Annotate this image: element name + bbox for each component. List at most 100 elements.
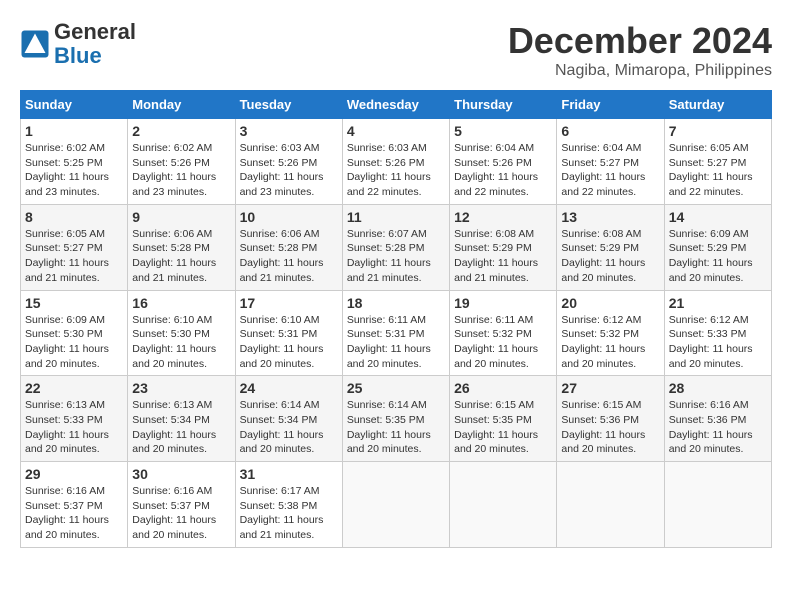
month-title: December 2024 (508, 20, 772, 62)
calendar-cell: 27 Sunrise: 6:15 AMSunset: 5:36 PMDayligh… (557, 376, 664, 462)
calendar-cell: 2 Sunrise: 6:02 AMSunset: 5:26 PMDaylight… (128, 119, 235, 205)
calendar-cell: 8 Sunrise: 6:05 AMSunset: 5:27 PMDaylight… (21, 204, 128, 290)
header-wednesday: Wednesday (342, 91, 449, 119)
day-number: 22 (25, 380, 123, 396)
day-info: Sunrise: 6:12 AMSunset: 5:33 PMDaylight:… (669, 313, 767, 372)
day-info: Sunrise: 6:14 AMSunset: 5:34 PMDaylight:… (240, 398, 338, 457)
day-number: 16 (132, 295, 230, 311)
calendar-cell: 26 Sunrise: 6:15 AMSunset: 5:35 PMDayligh… (450, 376, 557, 462)
calendar-cell: 17 Sunrise: 6:10 AMSunset: 5:31 PMDayligh… (235, 290, 342, 376)
day-number: 14 (669, 209, 767, 225)
day-number: 26 (454, 380, 552, 396)
calendar-cell (557, 462, 664, 548)
day-number: 31 (240, 466, 338, 482)
calendar-cell: 30Sunrise: 6:16 AMSunset: 5:37 PMDayligh… (128, 462, 235, 548)
day-info: Sunrise: 6:04 AMSunset: 5:27 PMDaylight:… (561, 141, 659, 200)
day-number: 13 (561, 209, 659, 225)
day-number: 11 (347, 209, 445, 225)
header-thursday: Thursday (450, 91, 557, 119)
day-number: 19 (454, 295, 552, 311)
day-info: Sunrise: 6:16 AMSunset: 5:37 PMDaylight:… (25, 484, 123, 543)
logo-line2: Blue (54, 44, 136, 68)
day-info: Sunrise: 6:05 AMSunset: 5:27 PMDaylight:… (25, 227, 123, 286)
day-number: 1 (25, 123, 123, 139)
calendar-cell (450, 462, 557, 548)
day-info: Sunrise: 6:07 AMSunset: 5:28 PMDaylight:… (347, 227, 445, 286)
day-info: Sunrise: 6:08 AMSunset: 5:29 PMDaylight:… (454, 227, 552, 286)
day-number: 28 (669, 380, 767, 396)
calendar-cell: 24 Sunrise: 6:14 AMSunset: 5:34 PMDayligh… (235, 376, 342, 462)
calendar-cell: 16Sunrise: 6:10 AMSunset: 5:30 PMDayligh… (128, 290, 235, 376)
day-info: Sunrise: 6:15 AMSunset: 5:35 PMDaylight:… (454, 398, 552, 457)
logo-icon (20, 29, 50, 59)
day-number: 6 (561, 123, 659, 139)
location-title: Nagiba, Mimaropa, Philippines (508, 62, 772, 80)
day-info: Sunrise: 6:16 AMSunset: 5:36 PMDaylight:… (669, 398, 767, 457)
calendar-cell: 23Sunrise: 6:13 AMSunset: 5:34 PMDayligh… (128, 376, 235, 462)
day-info: Sunrise: 6:12 AMSunset: 5:32 PMDaylight:… (561, 313, 659, 372)
day-number: 2 (132, 123, 230, 139)
day-info: Sunrise: 6:02 AMSunset: 5:25 PMDaylight:… (25, 141, 123, 200)
calendar-cell: 7Sunrise: 6:05 AMSunset: 5:27 PMDaylight… (664, 119, 771, 205)
day-info: Sunrise: 6:08 AMSunset: 5:29 PMDaylight:… (561, 227, 659, 286)
header-sunday: Sunday (21, 91, 128, 119)
day-number: 27 (561, 380, 659, 396)
calendar-cell: 21Sunrise: 6:12 AMSunset: 5:33 PMDayligh… (664, 290, 771, 376)
day-info: Sunrise: 6:16 AMSunset: 5:37 PMDaylight:… (132, 484, 230, 543)
logo-line1: General (54, 20, 136, 44)
day-number: 10 (240, 209, 338, 225)
day-number: 9 (132, 209, 230, 225)
calendar-cell: 3Sunrise: 6:03 AMSunset: 5:26 PMDaylight… (235, 119, 342, 205)
calendar-cell: 15Sunrise: 6:09 AMSunset: 5:30 PMDayligh… (21, 290, 128, 376)
day-info: Sunrise: 6:03 AMSunset: 5:26 PMDaylight:… (347, 141, 445, 200)
day-info: Sunrise: 6:17 AMSunset: 5:38 PMDaylight:… (240, 484, 338, 543)
day-info: Sunrise: 6:11 AMSunset: 5:31 PMDaylight:… (347, 313, 445, 372)
day-info: Sunrise: 6:04 AMSunset: 5:26 PMDaylight:… (454, 141, 552, 200)
calendar-cell (342, 462, 449, 548)
day-number: 12 (454, 209, 552, 225)
day-number: 29 (25, 466, 123, 482)
header-monday: Monday (128, 91, 235, 119)
calendar-cell: 31 Sunrise: 6:17 AMSunset: 5:38 PMDayligh… (235, 462, 342, 548)
calendar-week-5: 29 Sunrise: 6:16 AMSunset: 5:37 PMDayligh… (21, 462, 772, 548)
day-info: Sunrise: 6:13 AMSunset: 5:33 PMDaylight:… (25, 398, 123, 457)
day-number: 23 (132, 380, 230, 396)
calendar-week-1: 1 Sunrise: 6:02 AMSunset: 5:25 PMDaylight… (21, 119, 772, 205)
header-saturday: Saturday (664, 91, 771, 119)
day-info: Sunrise: 6:02 AMSunset: 5:26 PMDaylight:… (132, 141, 230, 200)
calendar-cell: 22 Sunrise: 6:13 AMSunset: 5:33 PMDayligh… (21, 376, 128, 462)
day-info: Sunrise: 6:14 AMSunset: 5:35 PMDaylight:… (347, 398, 445, 457)
day-info: Sunrise: 6:05 AMSunset: 5:27 PMDaylight:… (669, 141, 767, 200)
calendar-cell: 14 Sunrise: 6:09 AMSunset: 5:29 PMDayligh… (664, 204, 771, 290)
title-area: December 2024 Nagiba, Mimaropa, Philippi… (508, 20, 772, 80)
day-number: 25 (347, 380, 445, 396)
calendar-cell: 5Sunrise: 6:04 AMSunset: 5:26 PMDaylight… (450, 119, 557, 205)
calendar-week-3: 15Sunrise: 6:09 AMSunset: 5:30 PMDayligh… (21, 290, 772, 376)
calendar-table: SundayMondayTuesdayWednesdayThursdayFrid… (20, 90, 772, 548)
calendar-cell: 19 Sunrise: 6:11 AMSunset: 5:32 PMDayligh… (450, 290, 557, 376)
day-number: 18 (347, 295, 445, 311)
day-number: 15 (25, 295, 123, 311)
calendar-cell: 12 Sunrise: 6:08 AMSunset: 5:29 PMDayligh… (450, 204, 557, 290)
header-row: SundayMondayTuesdayWednesdayThursdayFrid… (21, 91, 772, 119)
day-number: 20 (561, 295, 659, 311)
day-info: Sunrise: 6:09 AMSunset: 5:29 PMDaylight:… (669, 227, 767, 286)
calendar-week-4: 22 Sunrise: 6:13 AMSunset: 5:33 PMDayligh… (21, 376, 772, 462)
day-info: Sunrise: 6:06 AMSunset: 5:28 PMDaylight:… (240, 227, 338, 286)
day-info: Sunrise: 6:03 AMSunset: 5:26 PMDaylight:… (240, 141, 338, 200)
calendar-cell: 13 Sunrise: 6:08 AMSunset: 5:29 PMDayligh… (557, 204, 664, 290)
page-header: General Blue December 2024 Nagiba, Mimar… (20, 20, 772, 80)
day-info: Sunrise: 6:06 AMSunset: 5:28 PMDaylight:… (132, 227, 230, 286)
day-info: Sunrise: 6:15 AMSunset: 5:36 PMDaylight:… (561, 398, 659, 457)
day-number: 8 (25, 209, 123, 225)
calendar-cell: 4 Sunrise: 6:03 AMSunset: 5:26 PMDaylight… (342, 119, 449, 205)
day-info: Sunrise: 6:10 AMSunset: 5:31 PMDaylight:… (240, 313, 338, 372)
header-tuesday: Tuesday (235, 91, 342, 119)
header-friday: Friday (557, 91, 664, 119)
calendar-cell: 20 Sunrise: 6:12 AMSunset: 5:32 PMDayligh… (557, 290, 664, 376)
day-number: 24 (240, 380, 338, 396)
day-number: 17 (240, 295, 338, 311)
day-number: 4 (347, 123, 445, 139)
day-info: Sunrise: 6:11 AMSunset: 5:32 PMDaylight:… (454, 313, 552, 372)
calendar-cell: 10 Sunrise: 6:06 AMSunset: 5:28 PMDayligh… (235, 204, 342, 290)
